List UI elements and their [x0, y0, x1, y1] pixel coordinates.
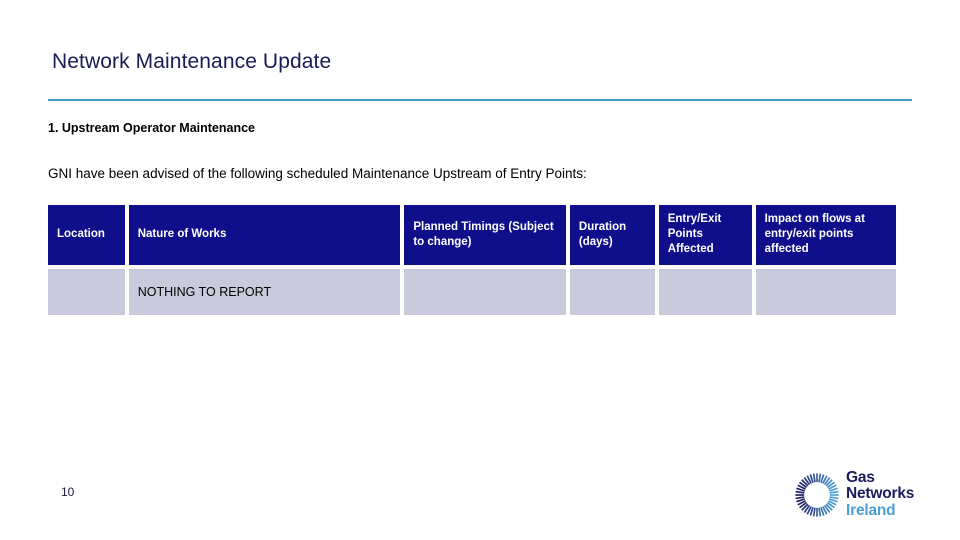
starburst-ring-icon: [795, 473, 839, 517]
logo-line-networks: Networks: [846, 485, 915, 503]
column-header-location: Location: [48, 205, 125, 265]
cell-planned-timings: [404, 268, 566, 315]
column-header-nature-of-works: Nature of Works: [128, 205, 401, 265]
column-header-planned-timings: Planned Timings (Subject to change): [404, 205, 566, 265]
cell-location: [48, 268, 125, 315]
table-row: NOTHING TO REPORT: [48, 268, 896, 315]
column-header-impact: Impact on flows at entry/exit points aff…: [755, 205, 896, 265]
logo-line-gas: Gas: [846, 469, 875, 486]
maintenance-table: Location Nature of Works Planned Timings…: [44, 201, 900, 319]
cell-impact: [755, 268, 896, 315]
column-header-entry-exit-points: Entry/Exit Points Affected: [658, 205, 752, 265]
logo-wordmark: Gas Networks Ireland: [846, 469, 915, 519]
title-divider: [48, 99, 912, 101]
column-header-duration: Duration (days): [569, 205, 655, 265]
cell-entry-exit-points: [658, 268, 752, 315]
cell-nature-of-works: NOTHING TO REPORT: [128, 268, 401, 315]
intro-paragraph: GNI have been advised of the following s…: [48, 166, 587, 181]
slide-canvas: Network Maintenance Update 1. Upstream O…: [0, 0, 960, 540]
table-header-row: Location Nature of Works Planned Timings…: [48, 205, 896, 265]
cell-duration: [569, 268, 655, 315]
gas-networks-ireland-logo: Gas Networks Ireland: [794, 469, 924, 520]
logo-line-ireland: Ireland: [846, 501, 896, 519]
section-heading: 1. Upstream Operator Maintenance: [48, 121, 256, 135]
page-number: 10: [61, 485, 75, 499]
page-title: Network Maintenance Update: [52, 50, 332, 73]
